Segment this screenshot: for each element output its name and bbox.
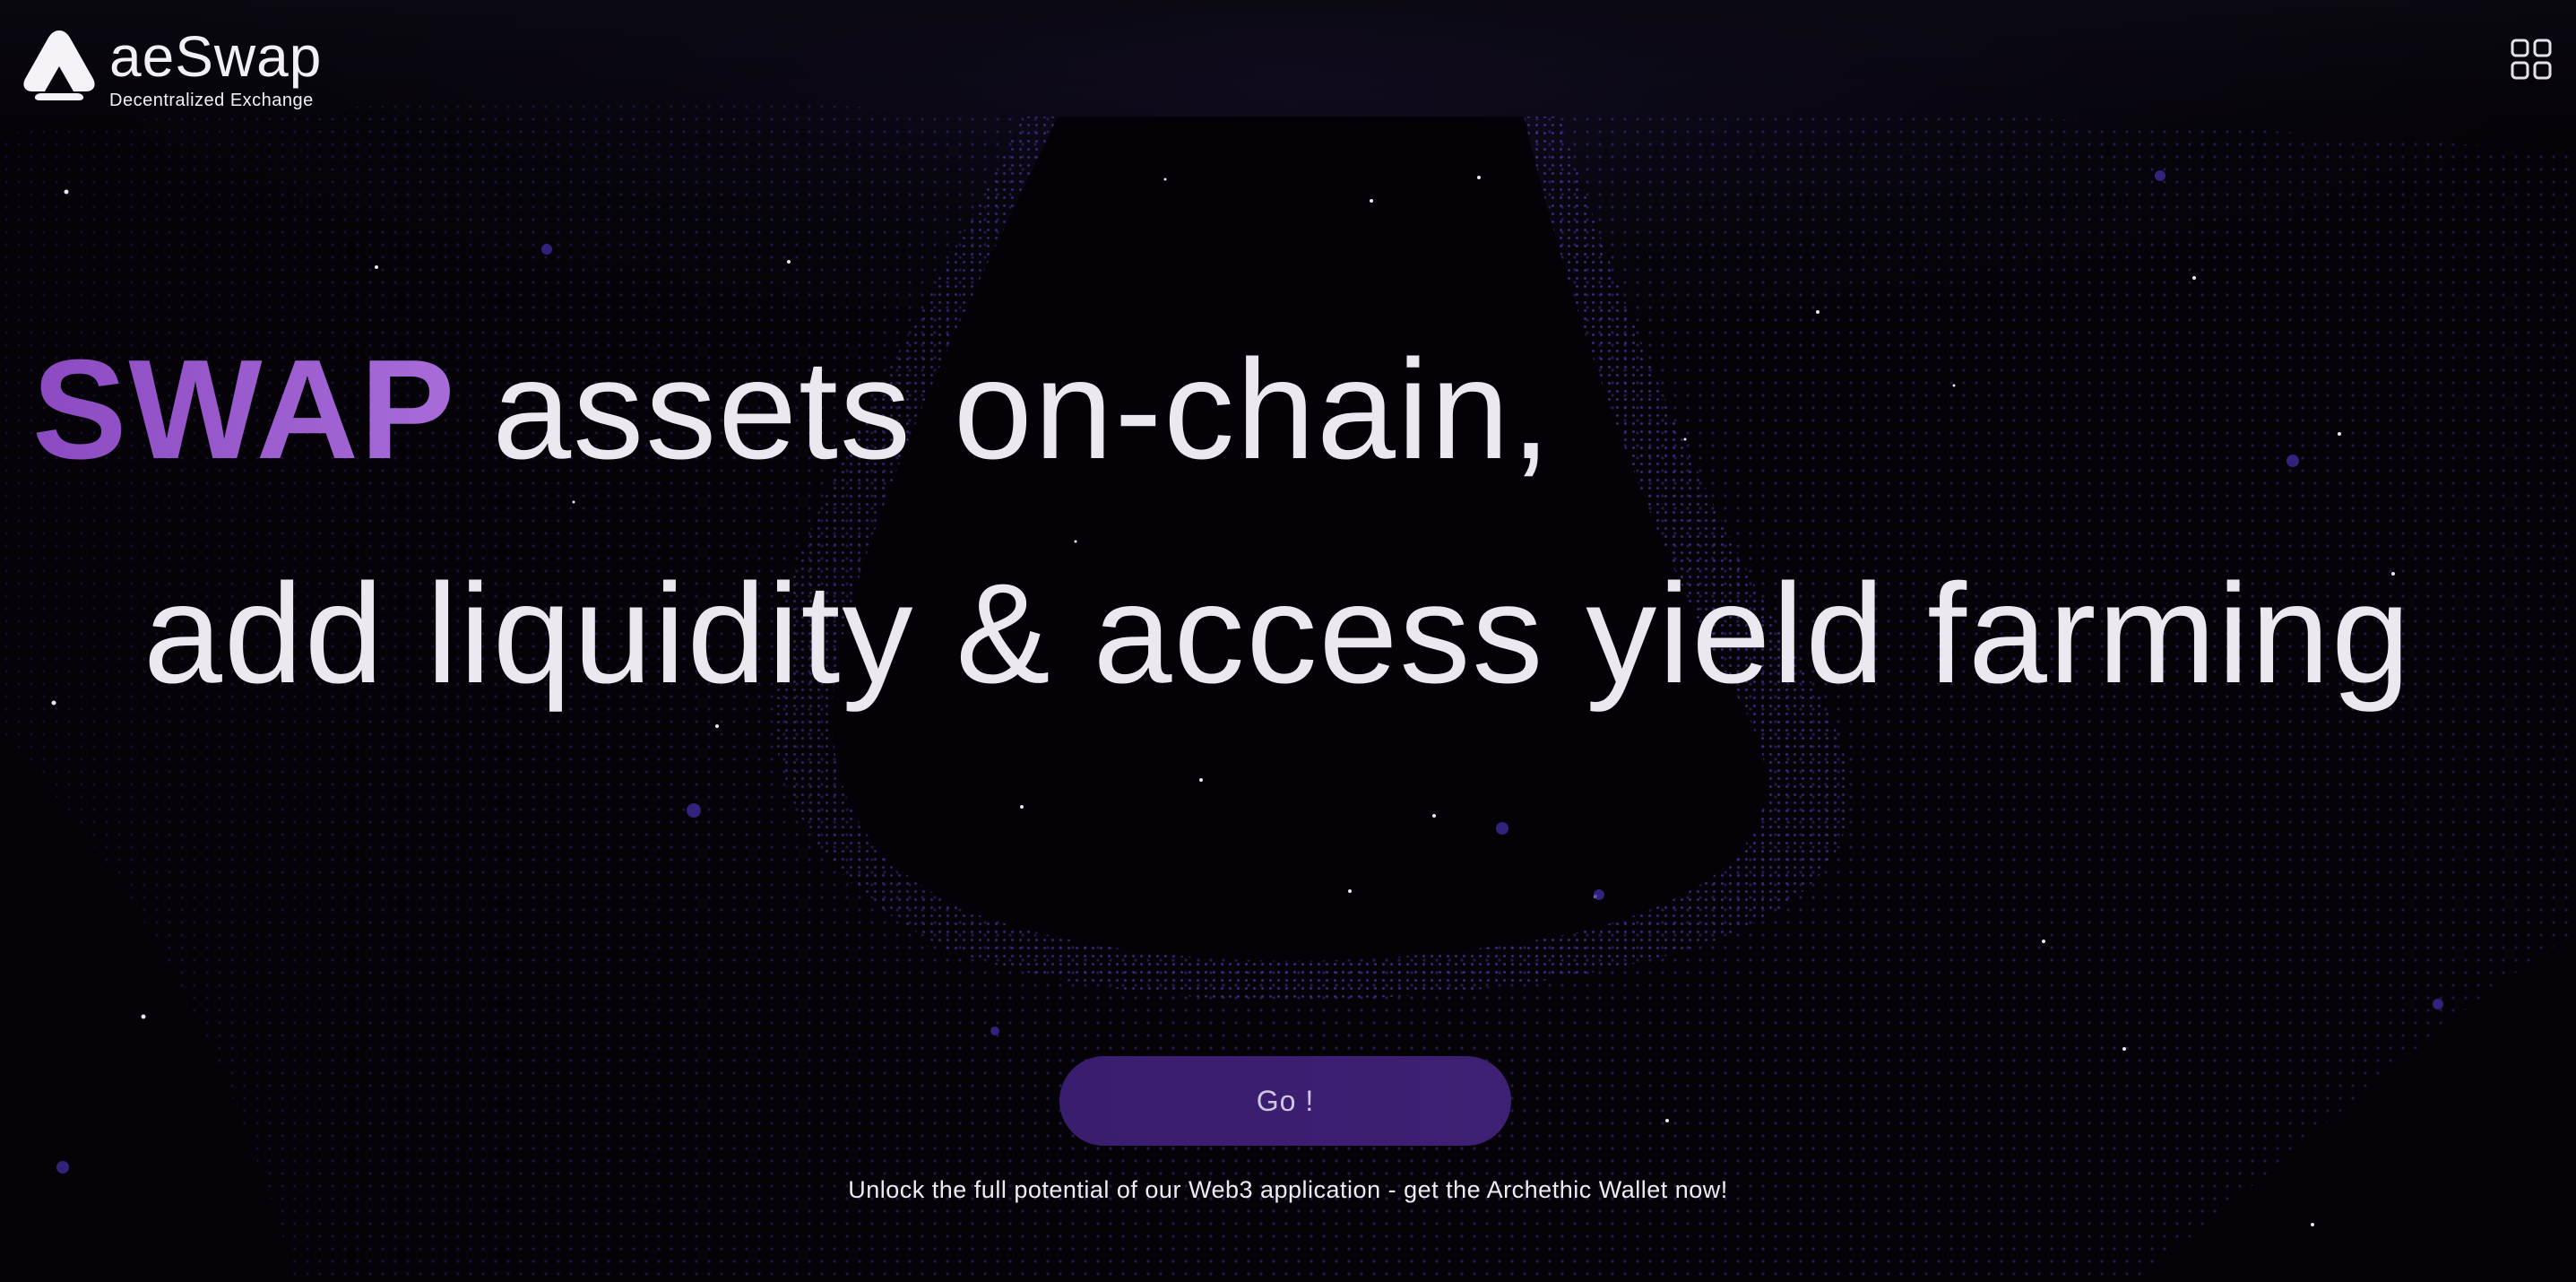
hero-accent-word: SWAP — [32, 331, 457, 489]
brand-name: aeSwap — [109, 24, 323, 89]
grid-icon — [2511, 39, 2552, 80]
hero-line-1-text: assets on-chain, — [492, 331, 1552, 489]
aeswap-logo-icon — [23, 30, 95, 100]
brand-home-link[interactable]: aeSwap Decentralized Exchange — [22, 27, 322, 111]
hero-line-2: add liquidity & access yield farming — [143, 555, 2412, 713]
hero-line-1: SWAP assets on-chain, — [32, 333, 1552, 486]
wallet-cta-text[interactable]: Unlock the full potential of our Web3 ap… — [0, 1176, 2576, 1204]
apps-menu-button[interactable] — [2510, 38, 2553, 81]
top-header: aeSwap Decentralized Exchange — [0, 0, 2576, 126]
brand-tagline: Decentralized Exchange — [109, 91, 314, 110]
go-button[interactable]: Go ! — [1059, 1056, 1511, 1146]
